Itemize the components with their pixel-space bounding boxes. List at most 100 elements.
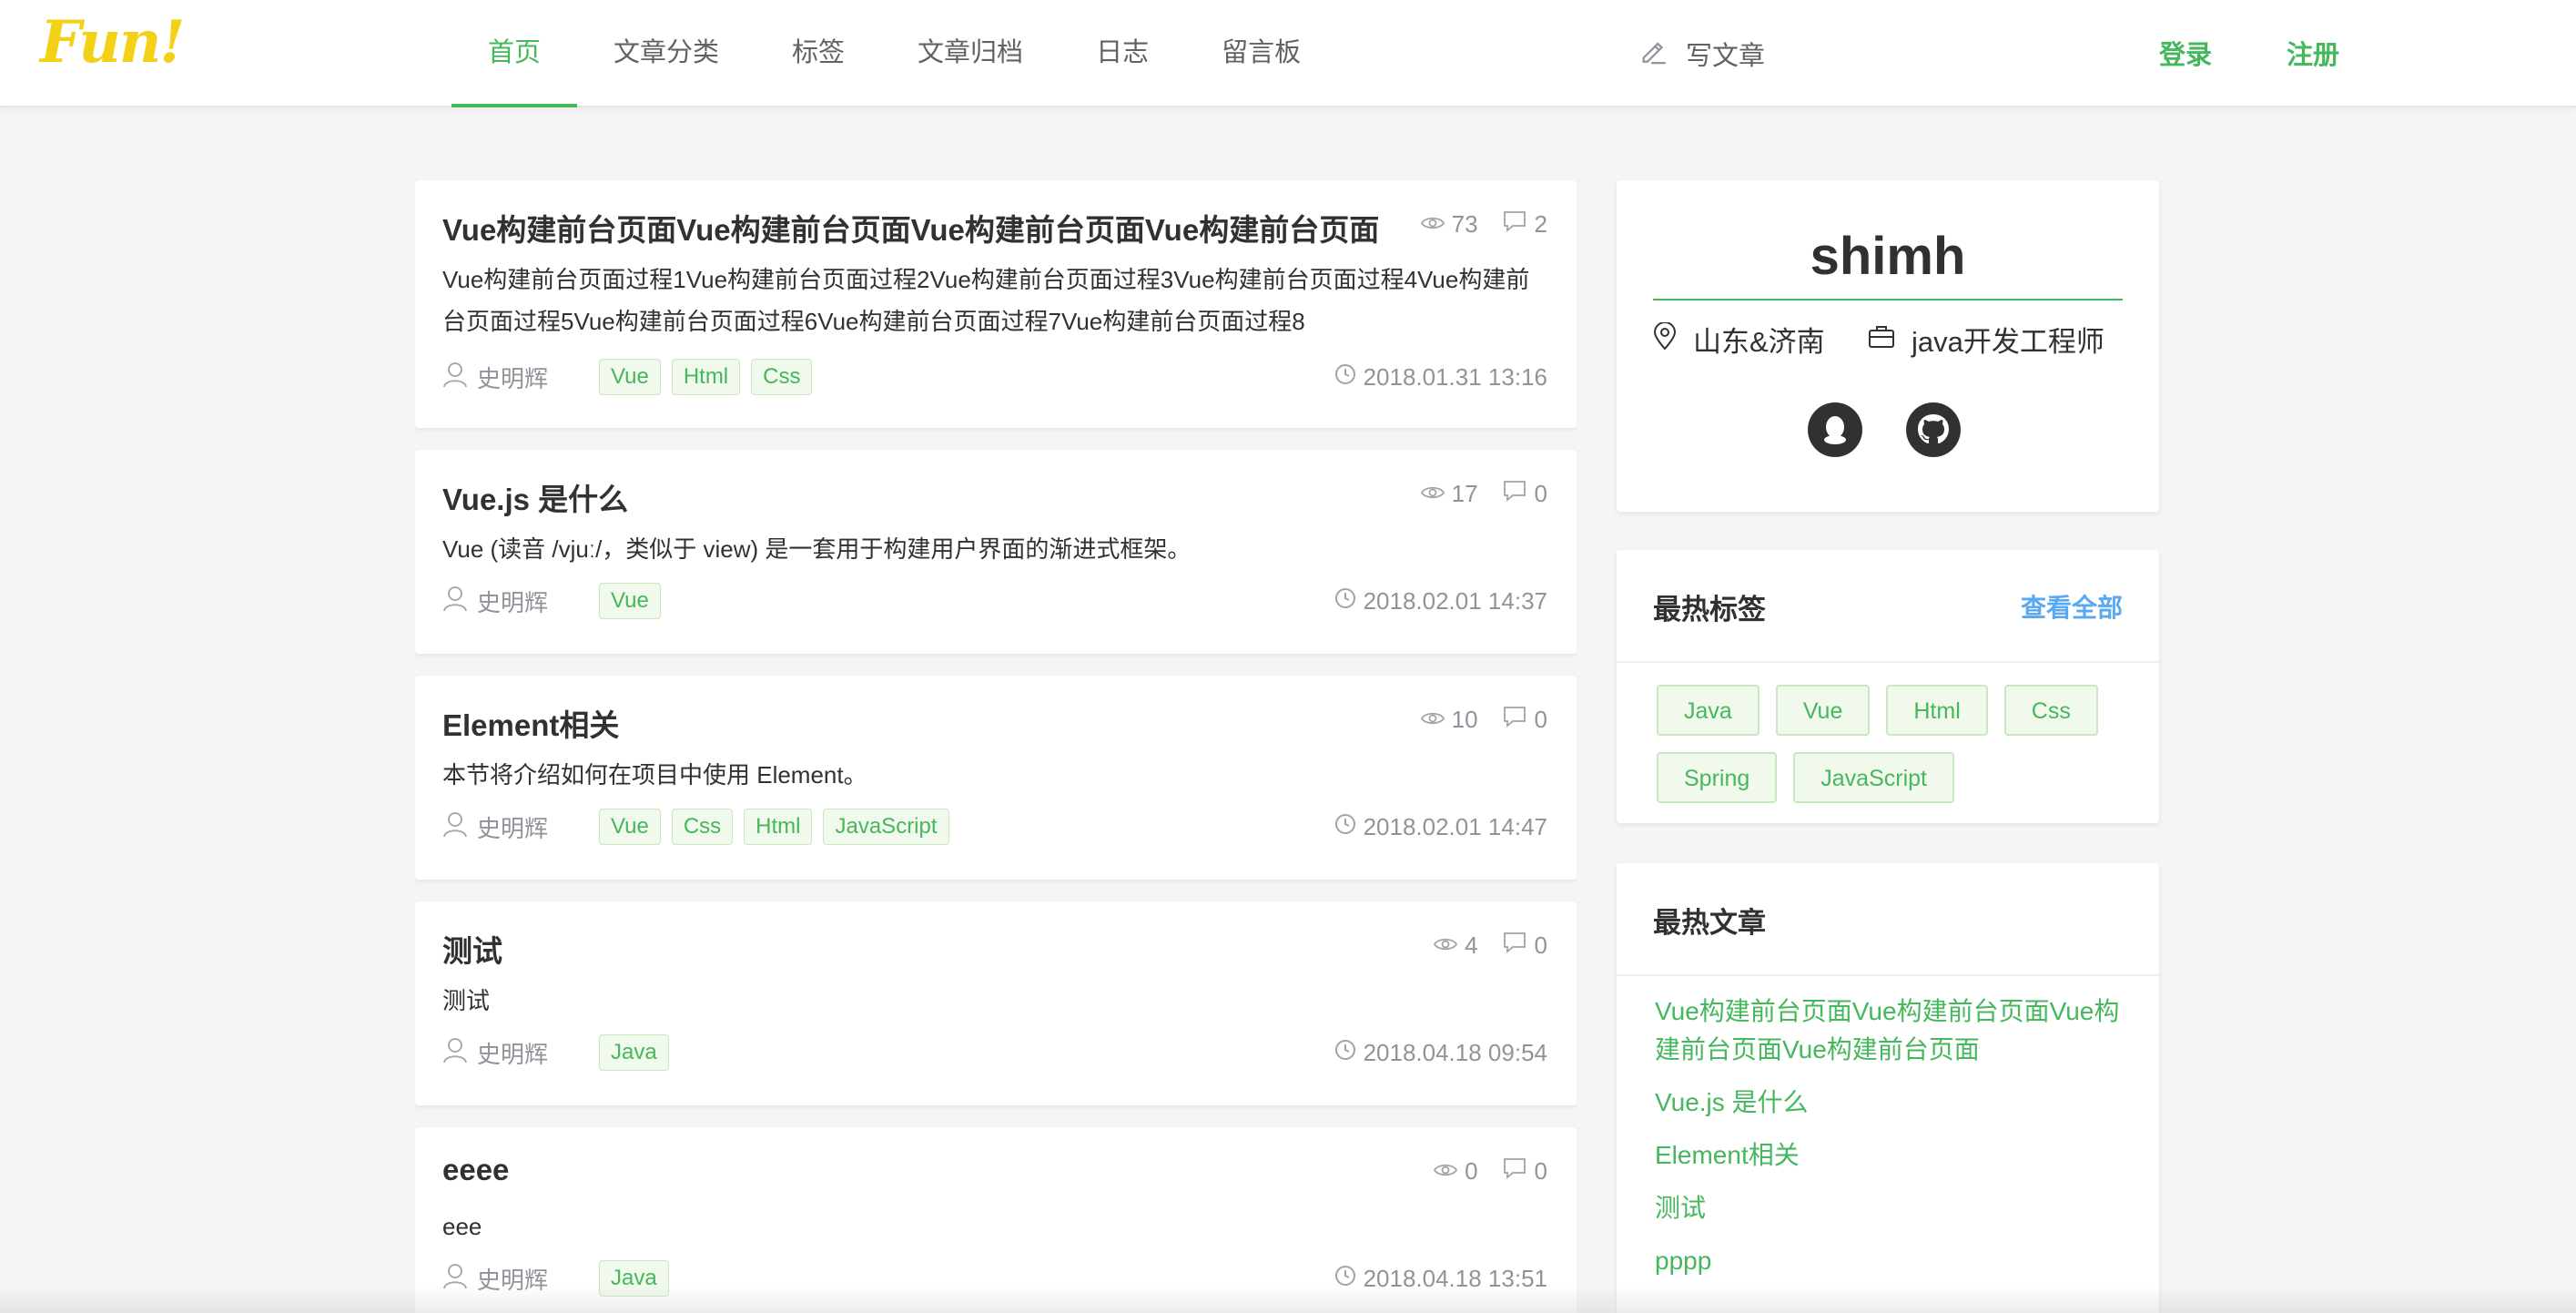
site-logo[interactable]: Fun! <box>40 13 185 73</box>
clock-icon <box>1334 363 1364 392</box>
hot-articles-header: 最热文章 <box>1617 863 2159 976</box>
comment-icon <box>1502 931 1535 961</box>
tag[interactable]: Css <box>751 359 813 395</box>
hot-article-link[interactable]: pppp <box>1655 1242 2128 1280</box>
article-summary: 本节将介绍如何在项目中使用 Element。 <box>442 761 867 789</box>
user-icon <box>442 361 477 394</box>
clock-icon <box>1334 587 1364 616</box>
nav-item-guestbook[interactable]: 留言板 <box>1185 0 1337 107</box>
eye-icon <box>1420 210 1452 239</box>
user-icon <box>442 585 477 618</box>
eye-icon <box>1420 480 1452 508</box>
nav-item-home[interactable]: 首页 <box>451 0 578 107</box>
article-stats: 17 0 <box>1397 479 1547 509</box>
article-card: Element相关 10 0 本节将介绍如何在项目中使用 Element。 史明… <box>415 676 1577 880</box>
eye-icon <box>1420 706 1452 734</box>
article-card: Vue.js 是什么 17 0 Vue (读音 /vjuː/，类似于 view)… <box>415 450 1577 654</box>
article-author: 史明辉 <box>442 810 599 844</box>
profile-name: shimh <box>1653 226 2123 300</box>
comment-icon <box>1502 1156 1535 1186</box>
comment-count: 0 <box>1502 1156 1547 1186</box>
article-footer: 史明辉 Vue 2018.02.01 14:37 <box>442 583 1547 619</box>
tag[interactable]: Vue <box>599 583 661 619</box>
tag[interactable]: Vue <box>599 809 661 845</box>
eye-icon <box>1434 1157 1465 1186</box>
hot-tag[interactable]: Vue <box>1775 685 1871 736</box>
article-summary: Vue (读音 /vjuː/，类似于 view) 是一套用于构建用户界面的渐进式… <box>442 535 1192 563</box>
tag[interactable]: JavaScript <box>823 809 949 845</box>
hot-tag[interactable]: Css <box>2003 685 2098 736</box>
article-author: 史明辉 <box>442 1036 599 1070</box>
article-title[interactable]: Element相关 <box>442 701 619 745</box>
tag[interactable]: Html <box>744 809 813 845</box>
clock-icon <box>1334 1039 1364 1067</box>
nav-item-archives[interactable]: 文章归档 <box>881 0 1060 107</box>
tag[interactable]: Html <box>671 359 741 395</box>
view-count: 17 <box>1420 480 1478 508</box>
article-summary: eee <box>442 1213 482 1240</box>
hot-tags-title: 最热标签 <box>1653 594 1766 626</box>
article-tags: Vue <box>599 583 672 619</box>
tag[interactable]: Java <box>599 1034 669 1071</box>
article-title[interactable]: Vue.js 是什么 <box>442 475 628 519</box>
hot-article-link[interactable]: Vue构建前台页面Vue构建前台页面Vue构建前台页面Vue构建前台页面 <box>1655 992 2128 1069</box>
article-footer: 史明辉 Vue Css Html JavaScript 2018.02.01 1… <box>442 809 1547 845</box>
article-stats: 73 2 <box>1397 209 1547 239</box>
comment-count: 0 <box>1502 479 1547 509</box>
pencil-icon <box>1638 35 1686 73</box>
main-nav: 首页 文章分类 标签 文章归档 日志 留言板 <box>451 0 1337 107</box>
login-link[interactable]: 登录 <box>2159 0 2212 107</box>
article-time: 2018.02.01 14:37 <box>1334 587 1547 616</box>
write-article-button[interactable]: 写文章 <box>1638 0 1765 107</box>
top-navbar: Fun! 首页 文章分类 标签 文章归档 日志 留言板 写文章 登录 注册 <box>0 0 2576 107</box>
article-title[interactable]: 测试 <box>442 927 502 971</box>
hot-article-link[interactable]: 测试 <box>1655 1189 2128 1227</box>
article-tags: Vue Css Html JavaScript <box>599 809 960 845</box>
article-stats: 4 0 <box>1410 931 1547 961</box>
article-stats: 0 0 <box>1410 1156 1547 1186</box>
nav-item-tags[interactable]: 标签 <box>756 0 881 107</box>
article-card: 测试 4 0 测试 史明辉 Java 2018.04.18 09:54 <box>415 901 1577 1105</box>
comment-icon <box>1502 479 1535 509</box>
tag-cloud: Java Vue Html Css Spring JavaScript <box>1657 685 2130 819</box>
nav-item-log[interactable]: 日志 <box>1060 0 1185 107</box>
hot-article-link[interactable]: Vue.js 是什么 <box>1655 1084 2128 1122</box>
register-link[interactable]: 注册 <box>2287 0 2339 107</box>
article-time: 2018.01.31 13:16 <box>1334 363 1547 392</box>
article-title[interactable]: Vue构建前台页面Vue构建前台页面Vue构建前台页面Vue构建前台页面 <box>442 206 1379 249</box>
view-count: 73 <box>1420 210 1478 239</box>
profile-job: java开发工程师 <box>1868 319 2104 360</box>
article-title[interactable]: eeee <box>442 1153 509 1187</box>
hot-article-link[interactable]: Element相关 <box>1655 1136 2128 1175</box>
hot-tag[interactable]: Java <box>1657 685 1760 736</box>
tag[interactable]: Css <box>671 809 734 845</box>
github-icon[interactable] <box>1906 402 1961 457</box>
article-time: 2018.02.01 14:47 <box>1334 813 1547 841</box>
view-count: 4 <box>1434 931 1478 960</box>
hot-tag[interactable]: Html <box>1886 685 1988 736</box>
tag[interactable]: Vue <box>599 359 661 395</box>
article-summary: Vue构建前台页面过程1Vue构建前台页面过程2Vue构建前台页面过程3Vue构… <box>442 266 1530 335</box>
article-tags: Java <box>599 1034 680 1071</box>
comment-count: 0 <box>1502 705 1547 735</box>
view-all-link[interactable]: 查看全部 <box>2021 588 2123 625</box>
article-author: 史明辉 <box>442 585 599 618</box>
hot-tag[interactable]: JavaScript <box>1793 752 1954 803</box>
clock-icon <box>1334 813 1364 841</box>
hot-tag[interactable]: Spring <box>1657 752 1778 803</box>
comment-icon <box>1502 209 1535 239</box>
article-footer: 史明辉 Vue Html Css 2018.01.31 13:16 <box>442 359 1547 395</box>
article-card: Vue构建前台页面Vue构建前台页面Vue构建前台页面Vue构建前台页面 73 … <box>415 180 1577 428</box>
article-footer: 史明辉 Java 2018.04.18 09:54 <box>442 1034 1547 1071</box>
article-stats: 10 0 <box>1397 705 1547 735</box>
comment-icon <box>1502 705 1535 735</box>
nav-item-categories[interactable]: 文章分类 <box>577 0 756 107</box>
article-tags: Vue Html Css <box>599 359 823 395</box>
qq-icon[interactable] <box>1808 402 1862 457</box>
hot-articles-list: Vue构建前台页面Vue构建前台页面Vue构建前台页面Vue构建前台页面 Vue… <box>1655 992 2128 1295</box>
eye-icon <box>1434 931 1465 960</box>
article-author: 史明辉 <box>442 361 599 394</box>
article-time: 2018.04.18 09:54 <box>1334 1039 1547 1067</box>
view-count: 0 <box>1434 1157 1478 1186</box>
article-list: Vue构建前台页面Vue构建前台页面Vue构建前台页面Vue构建前台页面 73 … <box>415 180 1577 1313</box>
